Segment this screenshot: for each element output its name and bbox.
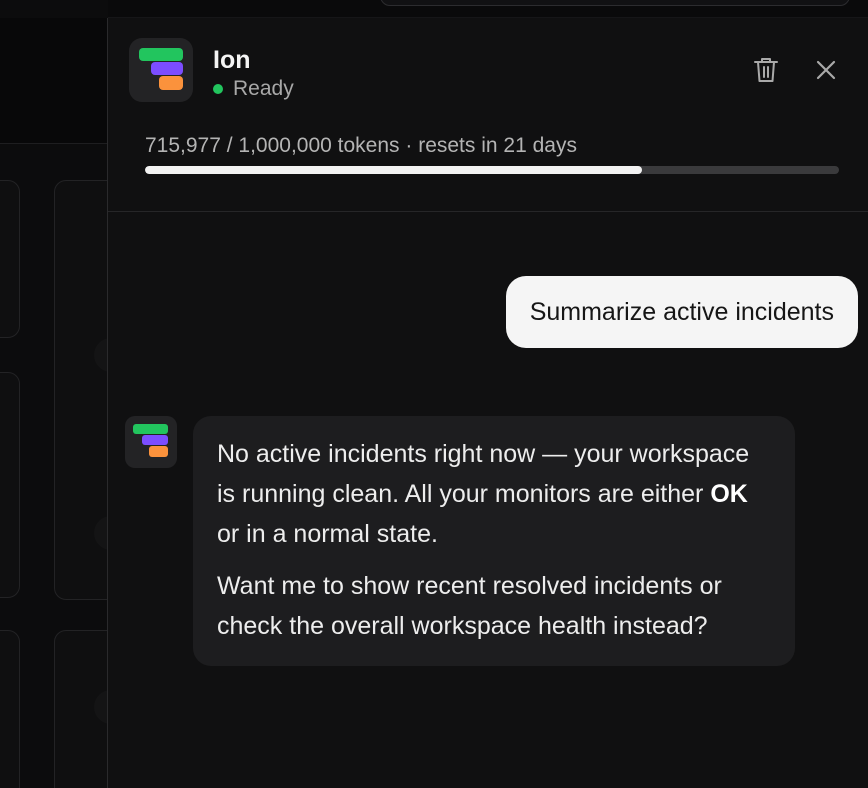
token-usage-fill [145,166,642,174]
assistant-paragraph: No active incidents right now — your wor… [217,440,750,548]
screen: Ion Ready 715,977 / 1,000,000 tokens · r… [0,0,868,788]
close-icon [816,60,836,80]
token-usage-bar [145,166,839,174]
status-dot-icon [213,84,223,94]
background-app [0,0,128,788]
close-panel-button[interactable] [808,52,844,88]
trash-icon [754,58,778,82]
background-card [0,630,20,788]
top-search-bar[interactable] [380,0,850,6]
delete-conversation-button[interactable] [748,52,784,88]
background-header [0,18,108,144]
window-top-bar [0,0,868,18]
user-message-text: Summarize active incidents [529,297,834,326]
assistant-panel: Ion Ready 715,977 / 1,000,000 tokens · r… [107,18,868,788]
user-message: Summarize active incidents [505,276,858,348]
ion-logo-icon [129,38,193,102]
status-label: Ready [233,77,294,100]
background-card [0,180,20,338]
assistant-message: No active incidents right now — your wor… [193,416,795,666]
background-card [0,372,20,598]
panel-header: Ion Ready 715,977 / 1,000,000 tokens · r… [108,18,868,212]
assistant-avatar-icon [125,416,177,468]
assistant-name: Ion [213,46,251,74]
assistant-paragraph: Want me to show recent resolved incident… [217,572,722,640]
assistant-status: Ready [213,77,294,101]
token-usage-text: 715,977 / 1,000,000 tokens · resets in 2… [145,134,577,157]
status-ok-text: OK [710,480,748,508]
